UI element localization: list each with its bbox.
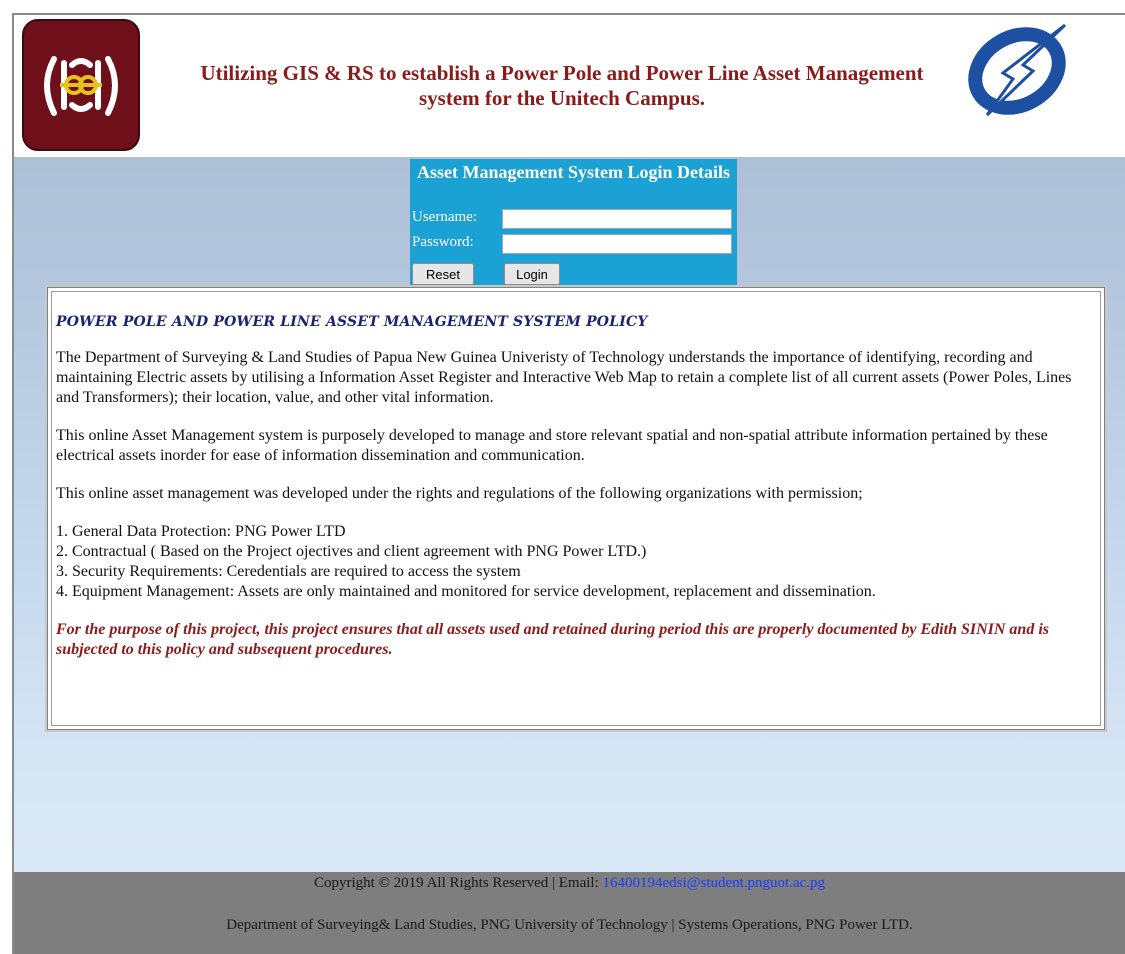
footer-copyright-line: Copyright © 2019 All Rights Reserved | E… <box>14 875 1125 892</box>
footer: Copyright © 2019 All Rights Reserved | E… <box>14 872 1125 954</box>
username-label: Username: <box>412 209 477 225</box>
list-item: 4. Equipment Management: Assets are only… <box>56 583 876 600</box>
policy-paragraph: The Department of Surveying & Land Studi… <box>56 349 1072 406</box>
university-logo-icon <box>22 19 140 151</box>
list-item: 3. Security Requirements: Ceredentials a… <box>56 563 521 580</box>
policy-panel: POWER POLE AND POWER LINE ASSET MANAGEME… <box>45 285 1107 732</box>
login-title: Asset Management System Login Details <box>417 162 730 182</box>
list-item: 2. Contractual ( Based on the Project oj… <box>56 543 647 560</box>
policy-paragraph: This online Asset Management system is p… <box>56 427 1048 464</box>
copyright-text: Copyright © 2019 All Rights Reserved | E… <box>313 875 603 891</box>
login-button[interactable]: Login <box>504 263 560 285</box>
list-item: 1. General Data Protection: PNG Power LT… <box>56 523 346 540</box>
header: Utilizing GIS & RS to establish a Power … <box>14 15 1125 157</box>
policy-list: 1. General Data Protection: PNG Power LT… <box>56 522 1096 602</box>
password-input[interactable] <box>502 234 732 254</box>
policy-paragraph: This online asset management was develop… <box>56 485 863 502</box>
reset-button[interactable]: Reset <box>412 263 474 285</box>
policy-note: For the purpose of this project, this pr… <box>56 621 1049 658</box>
page-frame: Utilizing GIS & RS to establish a Power … <box>12 13 1125 954</box>
username-input[interactable] <box>502 209 732 229</box>
page-title: Utilizing GIS & RS to establish a Power … <box>200 61 924 110</box>
policy-content: POWER POLE AND POWER LINE ASSET MANAGEME… <box>51 291 1101 726</box>
policy-title: POWER POLE AND POWER LINE ASSET MANAGEME… <box>56 314 648 330</box>
password-label: Password: <box>412 234 474 250</box>
email-link[interactable]: 16400194edsi@student.pnguot.ac.pg <box>603 875 826 891</box>
footer-organizations: Department of Surveying& Land Studies, P… <box>226 917 913 933</box>
power-company-logo-icon <box>967 21 1073 121</box>
